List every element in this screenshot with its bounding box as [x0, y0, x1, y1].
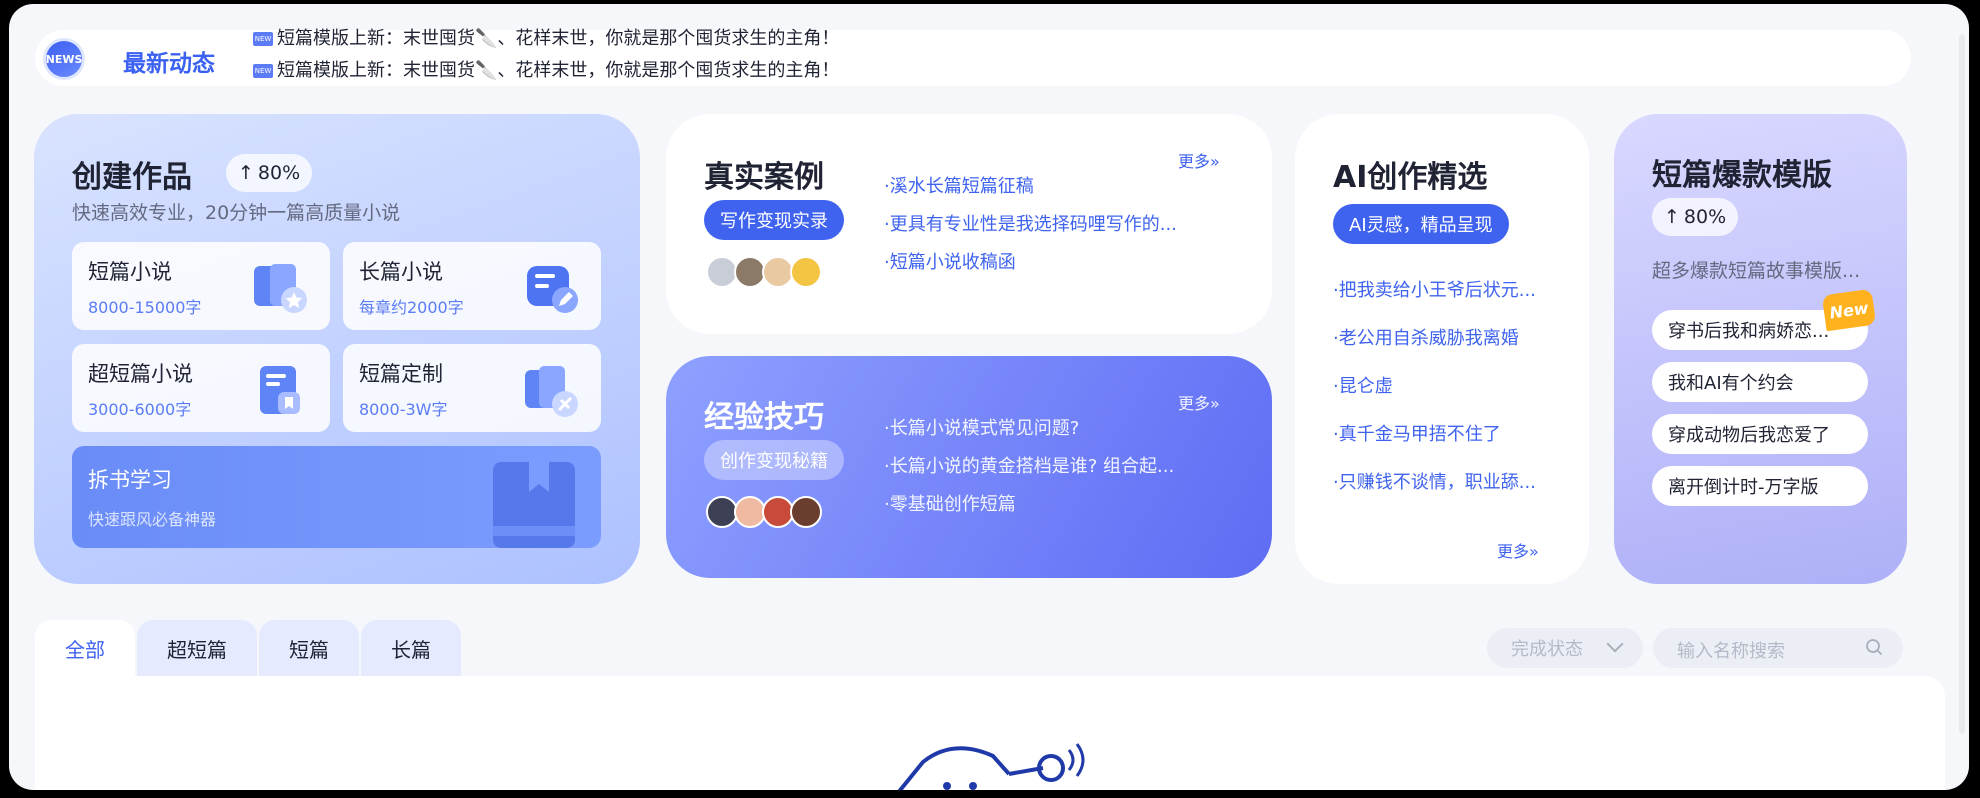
category-tabs: 全部 超短篇 短篇 长篇: [35, 620, 463, 676]
tile-sub: 8000-3W字: [359, 400, 448, 419]
app-window: NEWS 最新动态 NEW 短篇模版上新：末世囤货🔪、花样末世，你就是那个囤货求生…: [9, 4, 1969, 790]
tpl-title: 短篇爆款模版: [1652, 158, 1832, 193]
book-edit-icon: [527, 266, 578, 313]
news-icon: NEWS: [43, 38, 85, 80]
tile-sub: 3000-6000字: [88, 400, 192, 419]
arrow-up-icon: ↑: [238, 162, 254, 184]
real-title: 真实案例: [704, 160, 824, 195]
book-star-icon: [254, 264, 307, 313]
tile-title: 短篇定制: [359, 362, 443, 386]
tile-title: 短篇小说: [88, 260, 172, 284]
empty-state-illustration-icon: [897, 743, 1085, 790]
real-more-link[interactable]: 更多»: [1178, 148, 1220, 172]
chevron-down-icon: [1606, 635, 1624, 653]
tab-short[interactable]: 短篇: [259, 620, 359, 676]
create-subtitle: 快速高效专业，20分钟一篇高质量小说: [72, 202, 401, 224]
ai-link[interactable]: ·昆仑虚: [1333, 372, 1393, 398]
tile-short-novel[interactable]: 短篇小说 8000-15000字: [72, 242, 330, 330]
study-sub: 快速跟风必备神器: [88, 510, 217, 529]
avatar-group: [706, 256, 822, 288]
ai-title: AI创作精选: [1333, 160, 1488, 195]
search-icon[interactable]: [1865, 638, 1883, 656]
real-cases-card: 真实案例 写作变现实录 更多» ·溪水长篇短篇征稿 ·更具有专业性是我选择码哩写…: [666, 114, 1272, 334]
bookmark-doc-icon: [260, 366, 300, 414]
tile-long-novel[interactable]: 长篇小说 每章约2000字: [343, 242, 601, 330]
book-study-button[interactable]: 拆书学习 快速跟风必备神器: [72, 446, 601, 548]
ai-link[interactable]: ·把我卖给小王爷后状元...: [1333, 276, 1536, 302]
ai-more-link[interactable]: 更多»: [1497, 538, 1539, 562]
ai-link[interactable]: ·只赚钱不谈情，职业舔...: [1333, 468, 1536, 494]
tile-custom-short[interactable]: 短篇定制 8000-3W字: [343, 344, 601, 432]
search-input[interactable]: 输入名称搜索: [1653, 628, 1903, 668]
tab-ultra-short[interactable]: 超短篇: [137, 620, 257, 676]
news-title: 最新动态: [123, 51, 215, 77]
avatar: [790, 496, 822, 528]
search-placeholder: 输入名称搜索: [1677, 641, 1785, 662]
create-title: 创建作品: [72, 160, 192, 195]
exp-link[interactable]: ·长篇小说的黄金搭档是谁? 组合起...: [884, 452, 1174, 478]
new-tag-icon: New: [1821, 288, 1877, 332]
tile-ultra-short-novel[interactable]: 超短篇小说 3000-6000字: [72, 344, 330, 432]
real-pill-button[interactable]: 写作变现实录: [704, 200, 844, 240]
content-panel: [35, 676, 1945, 790]
progress-badge: ↑ 80%: [1652, 198, 1739, 236]
create-works-card: 创建作品 ↑ 80% 快速高效专业，20分钟一篇高质量小说 短篇小说 8000-1…: [34, 114, 640, 584]
tpl-subtitle: 超多爆款短篇故事模版...: [1652, 260, 1861, 282]
study-title: 拆书学习: [88, 468, 172, 492]
hot-template-card: 短篇爆款模版 ↑ 80% 超多爆款短篇故事模版... 穿书后我和病娇恋... Ne…: [1614, 114, 1907, 584]
avatar-group: [706, 496, 822, 528]
exp-more-link[interactable]: 更多»: [1178, 390, 1220, 414]
real-link[interactable]: ·更具有专业性是我选择码哩写作的...: [884, 210, 1177, 236]
ai-link[interactable]: ·老公用自杀威胁我离婚: [1333, 324, 1519, 350]
status-select-label: 完成状态: [1511, 639, 1583, 660]
tab-all[interactable]: 全部: [35, 620, 135, 676]
exp-pill-button[interactable]: 创作变现秘籍: [704, 440, 844, 480]
arrow-up-icon: ↑: [1664, 206, 1680, 228]
exp-link[interactable]: ·零基础创作短篇: [884, 490, 1016, 516]
exp-title: 经验技巧: [704, 400, 824, 435]
ai-link[interactable]: ·真千金马甲捂不住了: [1333, 420, 1501, 446]
real-link[interactable]: ·溪水长篇短篇征稿: [884, 172, 1034, 198]
news-bar: NEWS 最新动态 NEW 短篇模版上新：末世囤货🔪、花样末世，你就是那个囤货求生…: [35, 28, 1911, 86]
news-item[interactable]: NEW 短篇模版上新：末世囤货🔪、花样末世，你就是那个囤货求生的主角！: [253, 56, 839, 82]
book-tools-icon: [525, 366, 578, 417]
exp-link[interactable]: ·长篇小说模式常见问题?: [884, 414, 1079, 440]
tile-sub: 8000-15000字: [88, 298, 202, 317]
template-item[interactable]: 离开倒计时-万字版: [1652, 466, 1868, 506]
avatar: [790, 256, 822, 288]
tab-long[interactable]: 长篇: [361, 620, 461, 676]
real-link[interactable]: ·短篇小说收稿函: [884, 248, 1016, 274]
template-item[interactable]: 穿成动物后我恋爱了: [1652, 414, 1868, 454]
ai-pill-button[interactable]: AI灵感，精品呈现: [1333, 204, 1509, 244]
news-item[interactable]: NEW 短篇模版上新：末世囤货🔪、花样末世，你就是那个囤货求生的主角！: [253, 24, 839, 50]
template-item[interactable]: 我和AI有个约会: [1652, 362, 1868, 402]
experience-card: 经验技巧 创作变现秘籍 更多» ·长篇小说模式常见问题? ·长篇小说的黄金搭档是…: [666, 356, 1272, 578]
tile-title: 长篇小说: [359, 260, 443, 284]
book-bookmark-icon: [493, 462, 575, 548]
tile-sub: 每章约2000字: [359, 298, 464, 317]
status-select[interactable]: 完成状态: [1487, 628, 1643, 668]
ai-selection-card: AI创作精选 AI灵感，精品呈现 ·把我卖给小王爷后状元... ·老公用自杀威胁…: [1295, 114, 1589, 584]
progress-badge: ↑ 80%: [226, 154, 313, 192]
scrollbar[interactable]: [1959, 34, 1965, 734]
tile-title: 超短篇小说: [88, 362, 193, 386]
